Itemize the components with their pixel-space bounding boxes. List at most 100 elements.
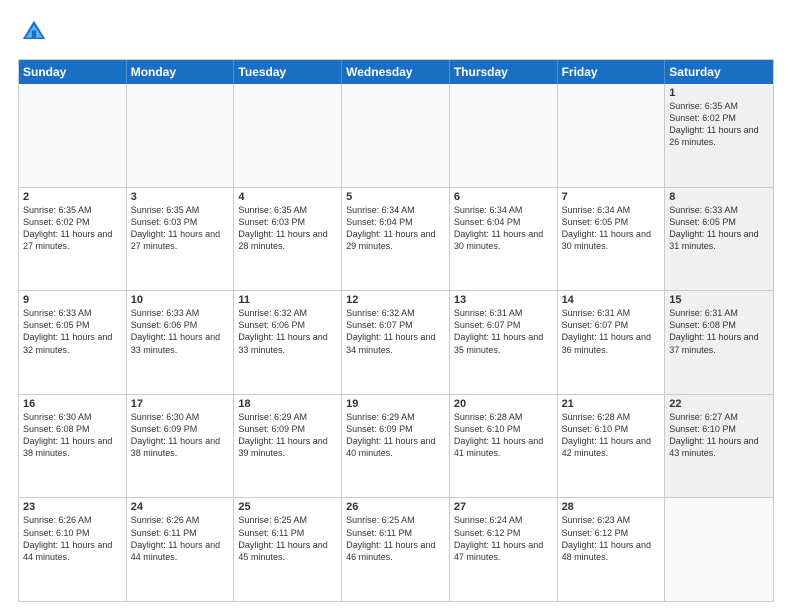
header-day: Tuesday bbox=[234, 60, 342, 84]
header-day: Wednesday bbox=[342, 60, 450, 84]
logo-icon bbox=[20, 18, 48, 46]
calendar-day-cell: 9Sunrise: 6:33 AM Sunset: 6:05 PM Daylig… bbox=[19, 291, 127, 394]
calendar-day-cell: 7Sunrise: 6:34 AM Sunset: 6:05 PM Daylig… bbox=[558, 188, 666, 291]
day-number: 10 bbox=[131, 294, 230, 306]
day-number: 27 bbox=[454, 501, 553, 513]
calendar-day-cell: 19Sunrise: 6:29 AM Sunset: 6:09 PM Dayli… bbox=[342, 395, 450, 498]
day-info: Sunrise: 6:26 AM Sunset: 6:10 PM Dayligh… bbox=[23, 514, 122, 563]
day-number: 24 bbox=[131, 501, 230, 513]
calendar-day-cell bbox=[234, 84, 342, 187]
header-day: Saturday bbox=[665, 60, 773, 84]
header-day: Monday bbox=[127, 60, 235, 84]
calendar-week: 9Sunrise: 6:33 AM Sunset: 6:05 PM Daylig… bbox=[19, 290, 773, 394]
calendar: SundayMondayTuesdayWednesdayThursdayFrid… bbox=[18, 59, 774, 602]
calendar-day-cell: 21Sunrise: 6:28 AM Sunset: 6:10 PM Dayli… bbox=[558, 395, 666, 498]
day-number: 4 bbox=[238, 191, 337, 203]
day-number: 21 bbox=[562, 398, 661, 410]
calendar-day-cell bbox=[450, 84, 558, 187]
calendar-day-cell: 24Sunrise: 6:26 AM Sunset: 6:11 PM Dayli… bbox=[127, 498, 235, 601]
logo bbox=[18, 18, 48, 51]
calendar-day-cell bbox=[342, 84, 450, 187]
day-info: Sunrise: 6:25 AM Sunset: 6:11 PM Dayligh… bbox=[346, 514, 445, 563]
day-info: Sunrise: 6:28 AM Sunset: 6:10 PM Dayligh… bbox=[562, 411, 661, 460]
calendar-header: SundayMondayTuesdayWednesdayThursdayFrid… bbox=[19, 60, 773, 84]
day-number: 19 bbox=[346, 398, 445, 410]
day-number: 6 bbox=[454, 191, 553, 203]
day-number: 16 bbox=[23, 398, 122, 410]
day-info: Sunrise: 6:33 AM Sunset: 6:06 PM Dayligh… bbox=[131, 307, 230, 356]
day-info: Sunrise: 6:35 AM Sunset: 6:03 PM Dayligh… bbox=[131, 204, 230, 253]
day-number: 7 bbox=[562, 191, 661, 203]
day-info: Sunrise: 6:34 AM Sunset: 6:04 PM Dayligh… bbox=[454, 204, 553, 253]
page: SundayMondayTuesdayWednesdayThursdayFrid… bbox=[0, 0, 792, 612]
day-info: Sunrise: 6:25 AM Sunset: 6:11 PM Dayligh… bbox=[238, 514, 337, 563]
calendar-day-cell: 28Sunrise: 6:23 AM Sunset: 6:12 PM Dayli… bbox=[558, 498, 666, 601]
day-info: Sunrise: 6:29 AM Sunset: 6:09 PM Dayligh… bbox=[238, 411, 337, 460]
day-number: 2 bbox=[23, 191, 122, 203]
day-number: 9 bbox=[23, 294, 122, 306]
day-number: 28 bbox=[562, 501, 661, 513]
day-number: 15 bbox=[669, 294, 769, 306]
day-info: Sunrise: 6:24 AM Sunset: 6:12 PM Dayligh… bbox=[454, 514, 553, 563]
calendar-day-cell: 27Sunrise: 6:24 AM Sunset: 6:12 PM Dayli… bbox=[450, 498, 558, 601]
calendar-day-cell: 12Sunrise: 6:32 AM Sunset: 6:07 PM Dayli… bbox=[342, 291, 450, 394]
day-info: Sunrise: 6:32 AM Sunset: 6:07 PM Dayligh… bbox=[346, 307, 445, 356]
day-number: 20 bbox=[454, 398, 553, 410]
day-number: 3 bbox=[131, 191, 230, 203]
calendar-day-cell bbox=[665, 498, 773, 601]
calendar-day-cell bbox=[19, 84, 127, 187]
day-number: 23 bbox=[23, 501, 122, 513]
calendar-day-cell: 6Sunrise: 6:34 AM Sunset: 6:04 PM Daylig… bbox=[450, 188, 558, 291]
day-number: 11 bbox=[238, 294, 337, 306]
header-day: Thursday bbox=[450, 60, 558, 84]
day-info: Sunrise: 6:31 AM Sunset: 6:07 PM Dayligh… bbox=[562, 307, 661, 356]
day-info: Sunrise: 6:29 AM Sunset: 6:09 PM Dayligh… bbox=[346, 411, 445, 460]
day-info: Sunrise: 6:26 AM Sunset: 6:11 PM Dayligh… bbox=[131, 514, 230, 563]
calendar-week: 1Sunrise: 6:35 AM Sunset: 6:02 PM Daylig… bbox=[19, 84, 773, 187]
day-number: 25 bbox=[238, 501, 337, 513]
calendar-day-cell: 23Sunrise: 6:26 AM Sunset: 6:10 PM Dayli… bbox=[19, 498, 127, 601]
day-info: Sunrise: 6:35 AM Sunset: 6:02 PM Dayligh… bbox=[23, 204, 122, 253]
calendar-week: 2Sunrise: 6:35 AM Sunset: 6:02 PM Daylig… bbox=[19, 187, 773, 291]
header-day: Sunday bbox=[19, 60, 127, 84]
day-info: Sunrise: 6:23 AM Sunset: 6:12 PM Dayligh… bbox=[562, 514, 661, 563]
day-info: Sunrise: 6:32 AM Sunset: 6:06 PM Dayligh… bbox=[238, 307, 337, 356]
calendar-day-cell: 18Sunrise: 6:29 AM Sunset: 6:09 PM Dayli… bbox=[234, 395, 342, 498]
calendar-day-cell: 3Sunrise: 6:35 AM Sunset: 6:03 PM Daylig… bbox=[127, 188, 235, 291]
day-number: 18 bbox=[238, 398, 337, 410]
calendar-day-cell: 11Sunrise: 6:32 AM Sunset: 6:06 PM Dayli… bbox=[234, 291, 342, 394]
day-number: 13 bbox=[454, 294, 553, 306]
day-info: Sunrise: 6:33 AM Sunset: 6:05 PM Dayligh… bbox=[669, 204, 769, 253]
calendar-day-cell bbox=[558, 84, 666, 187]
calendar-day-cell bbox=[127, 84, 235, 187]
day-number: 22 bbox=[669, 398, 769, 410]
calendar-day-cell: 26Sunrise: 6:25 AM Sunset: 6:11 PM Dayli… bbox=[342, 498, 450, 601]
calendar-day-cell: 20Sunrise: 6:28 AM Sunset: 6:10 PM Dayli… bbox=[450, 395, 558, 498]
day-info: Sunrise: 6:31 AM Sunset: 6:08 PM Dayligh… bbox=[669, 307, 769, 356]
day-info: Sunrise: 6:35 AM Sunset: 6:03 PM Dayligh… bbox=[238, 204, 337, 253]
calendar-day-cell: 14Sunrise: 6:31 AM Sunset: 6:07 PM Dayli… bbox=[558, 291, 666, 394]
calendar-day-cell: 13Sunrise: 6:31 AM Sunset: 6:07 PM Dayli… bbox=[450, 291, 558, 394]
calendar-day-cell: 8Sunrise: 6:33 AM Sunset: 6:05 PM Daylig… bbox=[665, 188, 773, 291]
day-info: Sunrise: 6:31 AM Sunset: 6:07 PM Dayligh… bbox=[454, 307, 553, 356]
calendar-day-cell: 5Sunrise: 6:34 AM Sunset: 6:04 PM Daylig… bbox=[342, 188, 450, 291]
day-number: 5 bbox=[346, 191, 445, 203]
day-info: Sunrise: 6:30 AM Sunset: 6:08 PM Dayligh… bbox=[23, 411, 122, 460]
calendar-body: 1Sunrise: 6:35 AM Sunset: 6:02 PM Daylig… bbox=[19, 84, 773, 601]
calendar-day-cell: 25Sunrise: 6:25 AM Sunset: 6:11 PM Dayli… bbox=[234, 498, 342, 601]
day-info: Sunrise: 6:30 AM Sunset: 6:09 PM Dayligh… bbox=[131, 411, 230, 460]
calendar-day-cell: 22Sunrise: 6:27 AM Sunset: 6:10 PM Dayli… bbox=[665, 395, 773, 498]
day-number: 17 bbox=[131, 398, 230, 410]
calendar-week: 23Sunrise: 6:26 AM Sunset: 6:10 PM Dayli… bbox=[19, 497, 773, 601]
day-info: Sunrise: 6:34 AM Sunset: 6:05 PM Dayligh… bbox=[562, 204, 661, 253]
calendar-day-cell: 2Sunrise: 6:35 AM Sunset: 6:02 PM Daylig… bbox=[19, 188, 127, 291]
day-number: 12 bbox=[346, 294, 445, 306]
day-info: Sunrise: 6:27 AM Sunset: 6:10 PM Dayligh… bbox=[669, 411, 769, 460]
day-info: Sunrise: 6:34 AM Sunset: 6:04 PM Dayligh… bbox=[346, 204, 445, 253]
day-number: 1 bbox=[669, 87, 769, 99]
calendar-day-cell: 15Sunrise: 6:31 AM Sunset: 6:08 PM Dayli… bbox=[665, 291, 773, 394]
calendar-day-cell: 4Sunrise: 6:35 AM Sunset: 6:03 PM Daylig… bbox=[234, 188, 342, 291]
day-info: Sunrise: 6:35 AM Sunset: 6:02 PM Dayligh… bbox=[669, 100, 769, 149]
day-number: 14 bbox=[562, 294, 661, 306]
day-number: 26 bbox=[346, 501, 445, 513]
